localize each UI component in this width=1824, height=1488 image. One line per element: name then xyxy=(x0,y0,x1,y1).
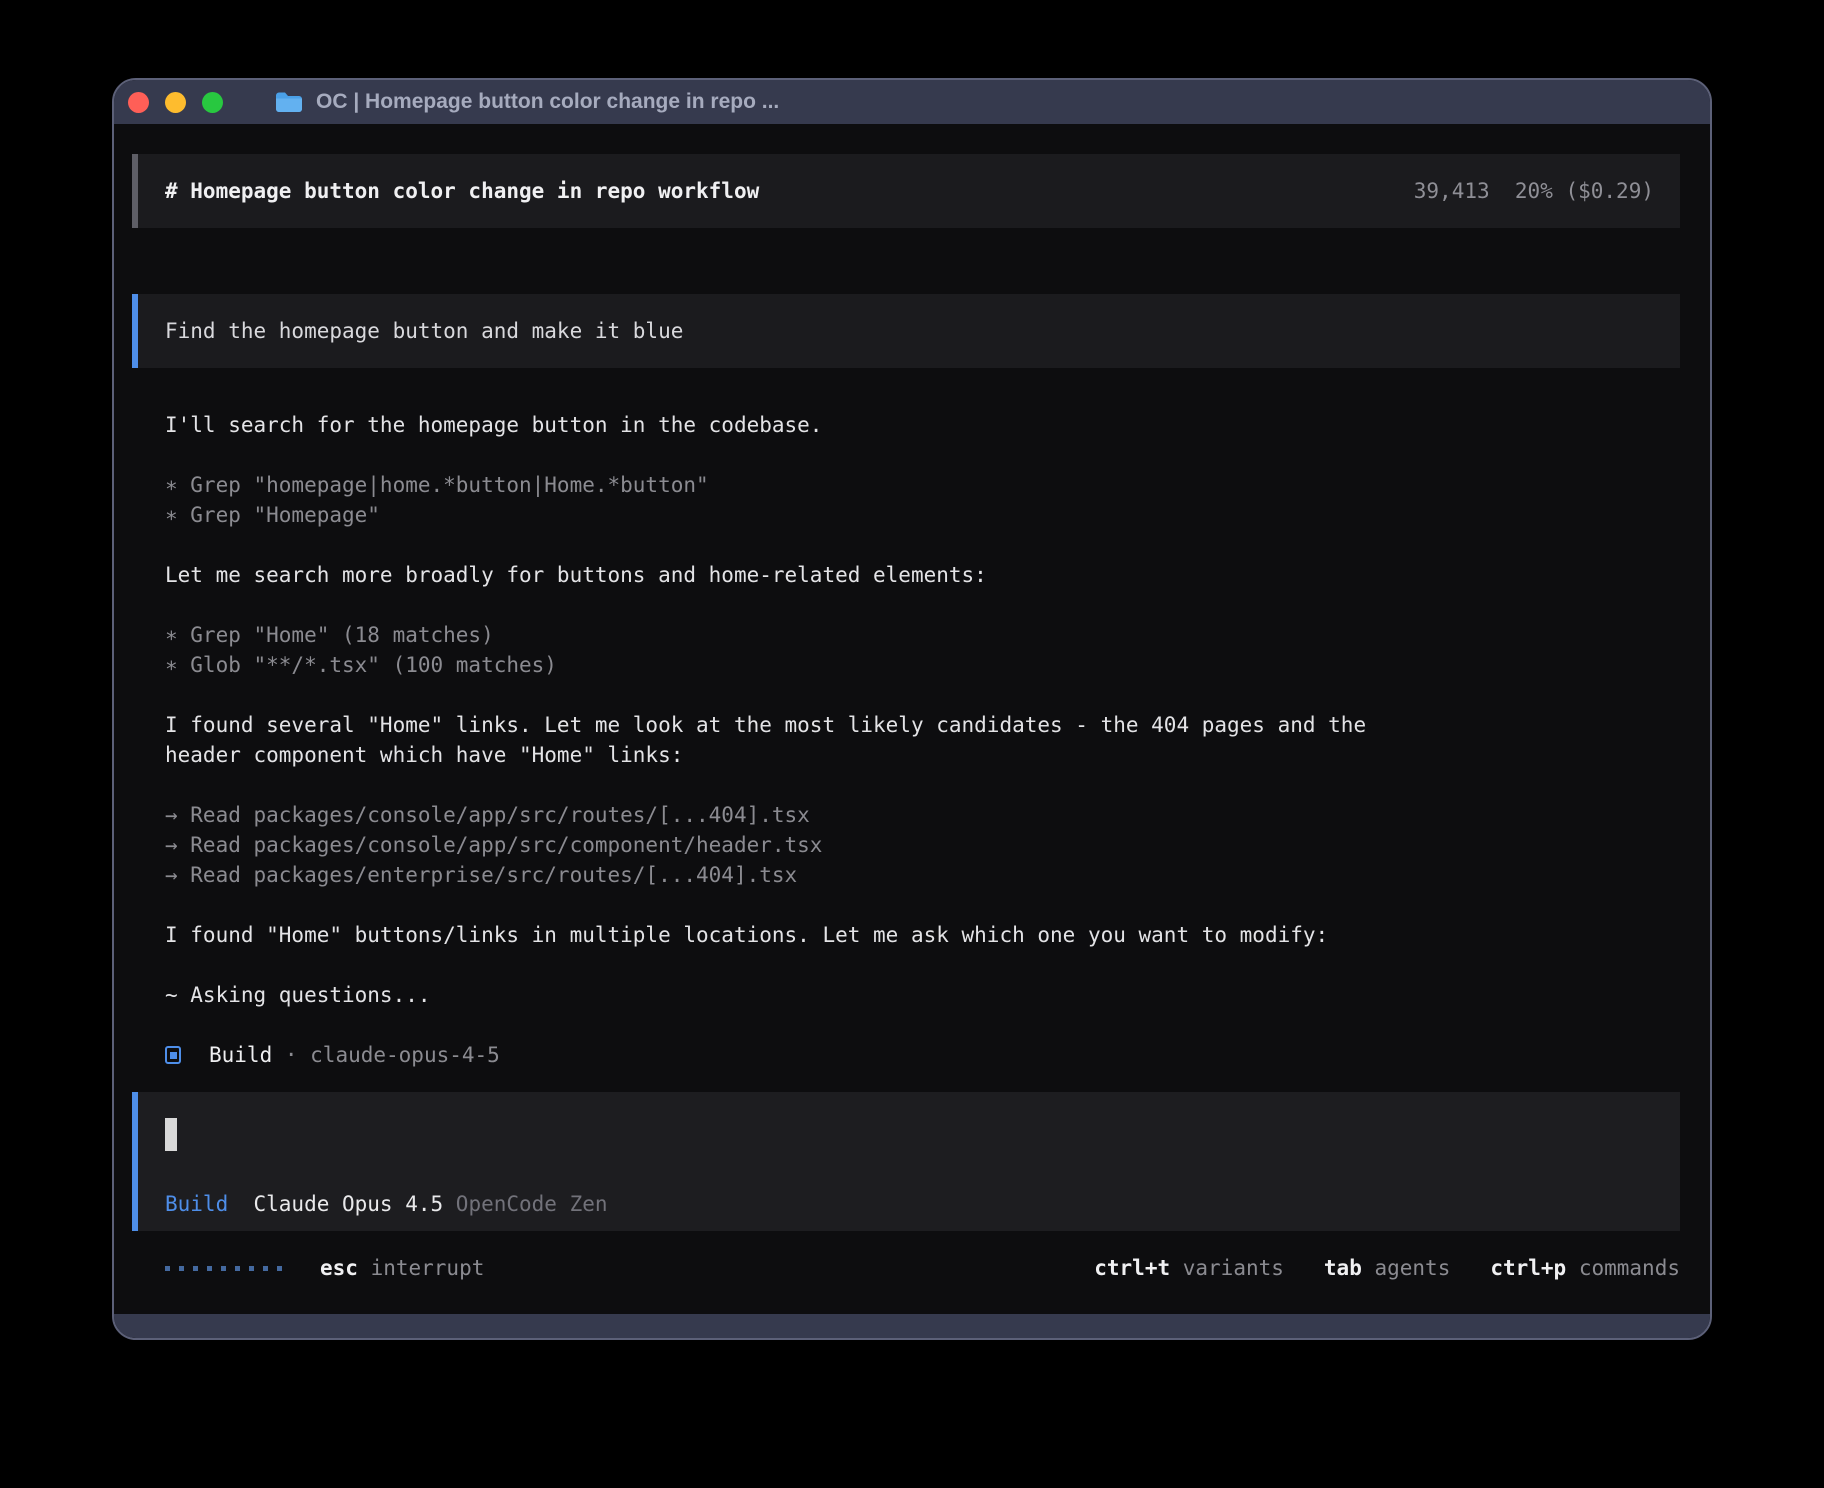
spinner-dot xyxy=(249,1266,254,1271)
assistant-paragraph: I found several "Home" links. Let me loo… xyxy=(165,710,1379,770)
prompt-model: Claude Opus 4.5 xyxy=(254,1189,444,1219)
prompt-input-line[interactable] xyxy=(165,1118,1652,1151)
spinner-dot xyxy=(179,1266,184,1271)
window-title: OC | Homepage button color change in rep… xyxy=(316,90,779,114)
tool-call-group: → Read packages/console/app/src/routes/[… xyxy=(165,800,1680,890)
terminal-content: # Homepage button color change in repo w… xyxy=(114,124,1710,1314)
tool-call-line: ∗ Grep "Homepage" xyxy=(165,500,1680,530)
agent-separator: · xyxy=(285,1040,298,1070)
token-count: 39,413 xyxy=(1414,176,1490,206)
window-titlebar: OC | Homepage button color change in rep… xyxy=(114,80,1710,124)
tool-call-line: ∗ Glob "**/*.tsx" (100 matches) xyxy=(165,650,1680,680)
shortcut-variants: ctrl+t variants xyxy=(1094,1253,1284,1283)
minimize-button[interactable] xyxy=(165,92,186,113)
tool-call-group: ∗ Grep "homepage|home.*button|Home.*butt… xyxy=(165,470,1680,530)
assistant-paragraph: I found "Home" buttons/links in multiple… xyxy=(165,920,1379,950)
shortcut-agents: tab agents xyxy=(1324,1253,1450,1283)
user-message-text: Find the homepage button and make it blu… xyxy=(165,319,683,343)
status-bar-left: esc interrupt xyxy=(165,1253,484,1283)
tool-call-group: ∗ Grep "Home" (18 matches) ∗ Glob "**/*.… xyxy=(165,620,1680,680)
tool-call-line: → Read packages/enterprise/src/routes/[.… xyxy=(165,860,1680,890)
assistant-status-line: ~ Asking questions... xyxy=(165,980,1379,1010)
status-bar: esc interrupt ctrl+t variants tab agents… xyxy=(132,1253,1680,1283)
tool-call-line: ∗ Grep "homepage|home.*button|Home.*butt… xyxy=(165,470,1680,500)
prompt-meta: Build Claude Opus 4.5 OpenCode Zen xyxy=(165,1189,1652,1219)
user-message: Find the homepage button and make it blu… xyxy=(132,294,1680,368)
agent-icon-dot xyxy=(170,1052,177,1059)
spinner-dot xyxy=(193,1266,198,1271)
folder-icon xyxy=(275,91,303,113)
shortcut-key: tab xyxy=(1324,1253,1362,1283)
assistant-paragraph: Let me search more broadly for buttons a… xyxy=(165,560,1379,590)
spinner-dot xyxy=(207,1266,212,1271)
session-cost: ($0.29) xyxy=(1565,176,1654,206)
spinner-dot xyxy=(235,1266,240,1271)
status-bar-right: ctrl+t variants tab agents ctrl+p comman… xyxy=(1094,1253,1680,1283)
spinner-dot xyxy=(165,1266,170,1271)
spinner-dot xyxy=(221,1266,226,1271)
session-title: # Homepage button color change in repo w… xyxy=(165,176,759,206)
shortcut-label: agents xyxy=(1374,1253,1450,1283)
tool-call-line: → Read packages/console/app/src/componen… xyxy=(165,830,1680,860)
text-cursor xyxy=(165,1118,177,1151)
shortcut-label: interrupt xyxy=(371,1253,485,1283)
shortcut-key: ctrl+p xyxy=(1490,1253,1566,1283)
shortcut-commands: ctrl+p commands xyxy=(1490,1253,1680,1283)
shortcut-key: esc xyxy=(320,1253,358,1283)
close-button[interactable] xyxy=(128,92,149,113)
assistant-transcript: I'll search for the homepage button in t… xyxy=(132,410,1680,1070)
prompt-provider: OpenCode Zen xyxy=(456,1189,608,1219)
shortcut-key: ctrl+t xyxy=(1094,1253,1170,1283)
build-agent-icon xyxy=(165,1046,181,1064)
context-percent: 20% xyxy=(1515,176,1553,206)
spinner-dot xyxy=(277,1266,282,1271)
terminal-window: OC | Homepage button color change in rep… xyxy=(112,78,1712,1340)
agent-model: claude-opus-4-5 xyxy=(310,1040,500,1070)
shortcut-label: variants xyxy=(1183,1253,1284,1283)
window-controls xyxy=(128,92,223,113)
shortcut-interrupt: esc interrupt xyxy=(320,1253,484,1283)
agent-status: Build · claude-opus-4-5 xyxy=(165,1040,1680,1070)
spinner-dots xyxy=(165,1266,282,1271)
prompt-input[interactable]: Build Claude Opus 4.5 OpenCode Zen xyxy=(132,1092,1680,1231)
agent-name: Build xyxy=(209,1040,272,1070)
session-header: # Homepage button color change in repo w… xyxy=(132,154,1680,228)
prompt-mode[interactable]: Build xyxy=(165,1189,228,1219)
zoom-button[interactable] xyxy=(202,92,223,113)
window-bottom-edge xyxy=(114,1314,1710,1338)
tool-call-line: → Read packages/console/app/src/routes/[… xyxy=(165,800,1680,830)
session-stats: 39,413 20% ($0.29) xyxy=(1414,176,1654,206)
shortcut-label: commands xyxy=(1579,1253,1680,1283)
spinner-dot xyxy=(263,1266,268,1271)
tool-call-line: ∗ Grep "Home" (18 matches) xyxy=(165,620,1680,650)
assistant-paragraph: I'll search for the homepage button in t… xyxy=(165,410,1379,440)
